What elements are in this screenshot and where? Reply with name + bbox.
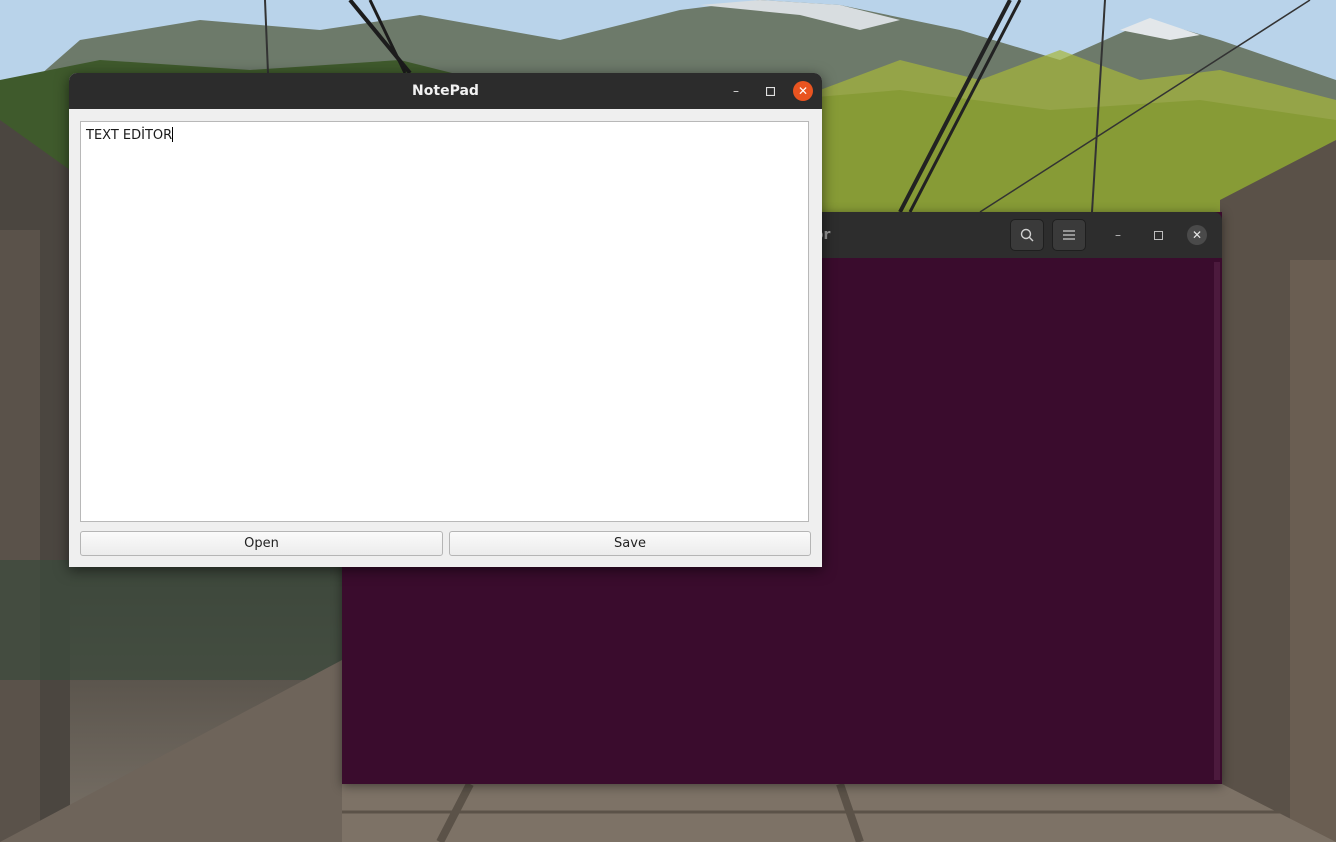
terminal-close-button[interactable]: ✕: [1187, 225, 1207, 245]
window-title: NotePad: [412, 83, 479, 99]
terminal-maximize-button[interactable]: [1148, 225, 1168, 245]
terminal-minimize-button[interactable]: –: [1108, 225, 1128, 245]
close-icon: ✕: [797, 84, 809, 98]
terminal-scrollbar[interactable]: [1214, 262, 1220, 780]
text-caret: [172, 127, 174, 142]
notepad-window[interactable]: NotePad – ✕ TEXT EDİTOR Open Save: [69, 73, 822, 567]
save-button[interactable]: Save: [449, 531, 811, 556]
minimize-icon: –: [733, 84, 739, 98]
maximize-button[interactable]: [760, 81, 780, 101]
minimize-icon: –: [1115, 228, 1121, 242]
close-icon: ✕: [1191, 228, 1203, 242]
close-button[interactable]: ✕: [793, 81, 813, 101]
maximize-icon: [765, 86, 775, 96]
terminal-search-button[interactable]: [1010, 219, 1044, 251]
minimize-button[interactable]: –: [726, 81, 746, 101]
terminal-menu-button[interactable]: [1052, 219, 1086, 251]
text-editor-area[interactable]: TEXT EDİTOR: [80, 121, 809, 522]
search-icon: [1020, 228, 1034, 242]
notepad-titlebar[interactable]: NotePad – ✕: [69, 73, 822, 109]
editor-text: TEXT EDİTOR: [86, 128, 173, 143]
maximize-icon: [1153, 230, 1163, 240]
open-button[interactable]: Open: [80, 531, 443, 556]
editor-content[interactable]: TEXT EDİTOR: [86, 127, 174, 143]
hamburger-menu-icon: [1063, 230, 1075, 240]
